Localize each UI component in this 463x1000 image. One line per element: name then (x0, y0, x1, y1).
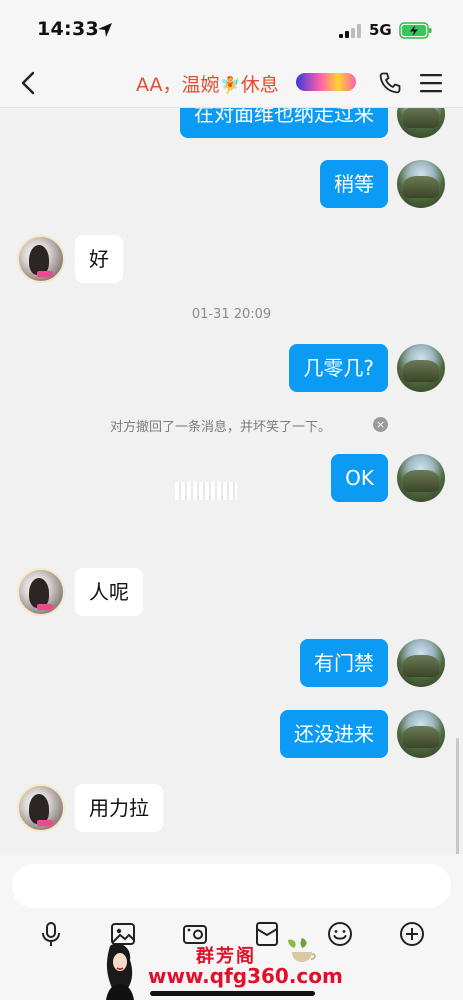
message-input[interactable] (12, 864, 451, 908)
contact-avatar[interactable] (17, 568, 65, 616)
chat-title[interactable]: AA，温婉🧚休息 (136, 70, 279, 97)
add-more-icon[interactable] (398, 920, 426, 948)
phone-call-icon[interactable] (378, 71, 402, 95)
my-avatar[interactable] (397, 108, 445, 138)
contact-message-bubble[interactable]: 好 (75, 235, 123, 283)
message-list[interactable]: 在对面维也纳走过来 稍等 好 01-31 20:09 几零几? 对方撤回了一条消… (0, 108, 463, 854)
my-avatar[interactable] (397, 639, 445, 687)
voice-input-icon[interactable] (37, 920, 65, 948)
fairy-emoji: 🧚 (219, 76, 241, 96)
dismiss-notice-icon[interactable]: × (373, 417, 388, 432)
watermark-teacup-icon (288, 938, 316, 962)
signal-strength-icon (339, 24, 361, 38)
my-message-bubble[interactable]: 还没进来 (280, 710, 388, 758)
location-arrow-icon (98, 23, 112, 37)
network-type: 5G (369, 21, 392, 39)
contact-message-bubble[interactable]: 用力拉 (75, 784, 163, 832)
my-avatar[interactable] (397, 344, 445, 392)
my-message-bubble[interactable]: 有门禁 (300, 639, 388, 687)
red-packet-icon[interactable] (253, 920, 281, 948)
menu-icon[interactable] (419, 72, 443, 94)
emoji-icon[interactable] (326, 920, 354, 948)
title-sticker-badge (296, 73, 356, 91)
watermark-url: www.qfg360.com (148, 964, 343, 988)
my-avatar[interactable] (397, 454, 445, 502)
status-time: 14:33 (37, 18, 99, 40)
my-message-bubble[interactable]: 在对面维也纳走过来 (180, 108, 388, 138)
my-message-bubble[interactable]: 几零几? (289, 344, 388, 392)
my-avatar[interactable] (397, 710, 445, 758)
chat-title-suffix: 休息 (240, 74, 279, 96)
my-message-bubble[interactable]: OK (331, 454, 388, 502)
status-bar: 14:33 5G (0, 0, 463, 58)
my-avatar[interactable] (397, 160, 445, 208)
contact-message-bubble[interactable]: 人呢 (75, 568, 143, 616)
battery-charging-icon (399, 22, 432, 39)
recalled-smudge (175, 482, 237, 500)
home-indicator[interactable] (150, 991, 315, 996)
input-panel: 群芳阁 www.qfg360.com (0, 854, 463, 1000)
contact-avatar[interactable] (17, 235, 65, 283)
back-arrow-icon[interactable] (18, 70, 40, 96)
contact-avatar[interactable] (17, 784, 65, 832)
message-timestamp: 01-31 20:09 (191, 307, 272, 322)
recall-notice: 对方撤回了一条消息，并坏笑了一下。 (110, 420, 332, 435)
chat-header: AA，温婉🧚休息 (0, 58, 463, 108)
watermark-figure-icon (106, 943, 134, 1000)
scrollbar[interactable] (456, 738, 459, 854)
chat-title-name: AA，温婉 (136, 74, 220, 96)
my-message-bubble[interactable]: 稍等 (320, 160, 388, 208)
